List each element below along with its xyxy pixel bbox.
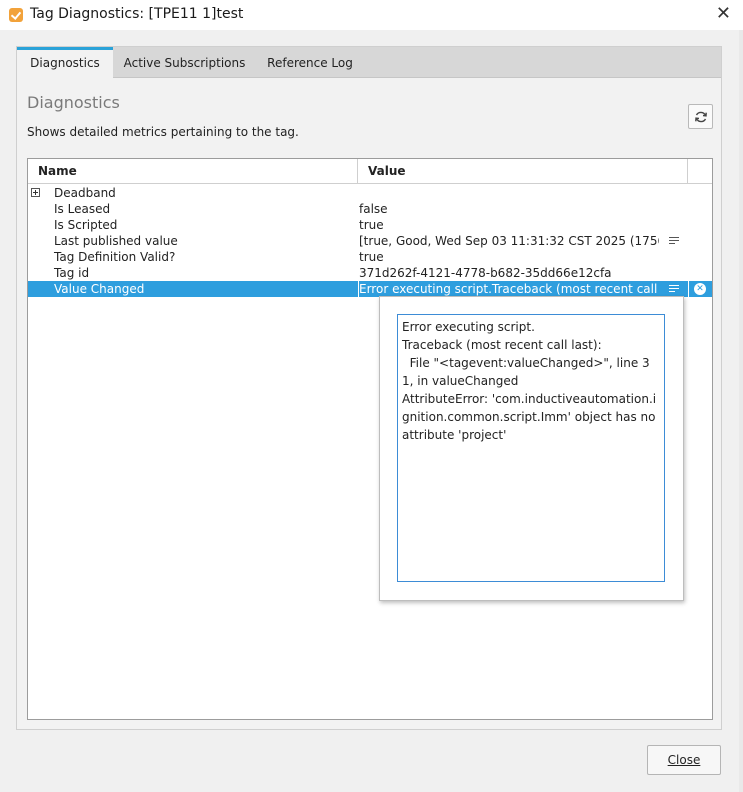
table-row-is-leased[interactable]: Is Leased false (28, 201, 712, 217)
row-name: Tag Definition Valid? (54, 250, 176, 264)
row-name: Is Scripted (54, 218, 118, 232)
cell-divider (688, 281, 689, 297)
table-header: Name Value (28, 159, 712, 184)
refresh-icon (695, 111, 707, 123)
table-row-value-changed[interactable]: Value Changed Error executing script.Tra… (28, 281, 712, 297)
clear-icon[interactable]: ✕ (694, 283, 706, 295)
section-heading: Diagnostics (27, 93, 120, 112)
row-value: true (359, 218, 384, 232)
table-row-is-scripted[interactable]: Is Scripted true (28, 217, 712, 233)
row-name: Deadband (54, 186, 116, 200)
column-divider[interactable] (687, 159, 688, 184)
table-row-deadband[interactable]: Deadband (28, 185, 712, 201)
row-name: Value Changed (54, 282, 145, 296)
value-detail-popup: Error executing script. Traceback (most … (379, 296, 684, 601)
column-divider[interactable] (357, 159, 358, 184)
row-value: false (359, 202, 388, 216)
table-row-tag-id[interactable]: Tag id 371d262f-4121-4778-b682-35dd66e12… (28, 265, 712, 281)
close-button[interactable]: Close (647, 745, 721, 775)
table-row-tag-definition-valid[interactable]: Tag Definition Valid? true (28, 249, 712, 265)
expand-icon[interactable] (31, 188, 40, 197)
background-window-edge (739, 30, 743, 792)
column-header-value[interactable]: Value (368, 159, 406, 184)
column-header-name[interactable]: Name (38, 159, 77, 184)
tab-bar: Diagnostics Active Subscriptions Referen… (17, 47, 721, 79)
app-icon (9, 8, 23, 22)
section-description: Shows detailed metrics pertaining to the… (27, 125, 299, 139)
row-name: Last published value (54, 234, 178, 248)
row-value: Error executing script.Traceback (most r… (359, 282, 659, 296)
row-name: Is Leased (54, 202, 111, 216)
tab-diagnostics[interactable]: Diagnostics (17, 47, 113, 79)
table-row-last-published-value[interactable]: Last published value [true, Good, Wed Se… (28, 233, 712, 249)
tab-reference-log[interactable]: Reference Log (260, 47, 360, 78)
row-name: Tag id (54, 266, 90, 280)
window-title: Tag Diagnostics: [TPE11 1]test (30, 6, 244, 22)
value-detail-text[interactable]: Error executing script. Traceback (most … (397, 314, 665, 582)
details-icon[interactable] (669, 285, 679, 293)
row-value: true (359, 250, 384, 264)
tab-active-subscriptions[interactable]: Active Subscriptions (118, 47, 251, 78)
row-value: [true, Good, Wed Sep 03 11:31:32 CST 202… (359, 234, 659, 248)
details-icon[interactable] (669, 237, 679, 245)
title-bar: Tag Diagnostics: [TPE11 1]test ✕ (0, 0, 743, 30)
window-close-icon[interactable]: ✕ (716, 4, 731, 24)
refresh-button[interactable] (688, 104, 713, 129)
row-value: 371d262f-4121-4778-b682-35dd66e12cfa (359, 266, 612, 280)
